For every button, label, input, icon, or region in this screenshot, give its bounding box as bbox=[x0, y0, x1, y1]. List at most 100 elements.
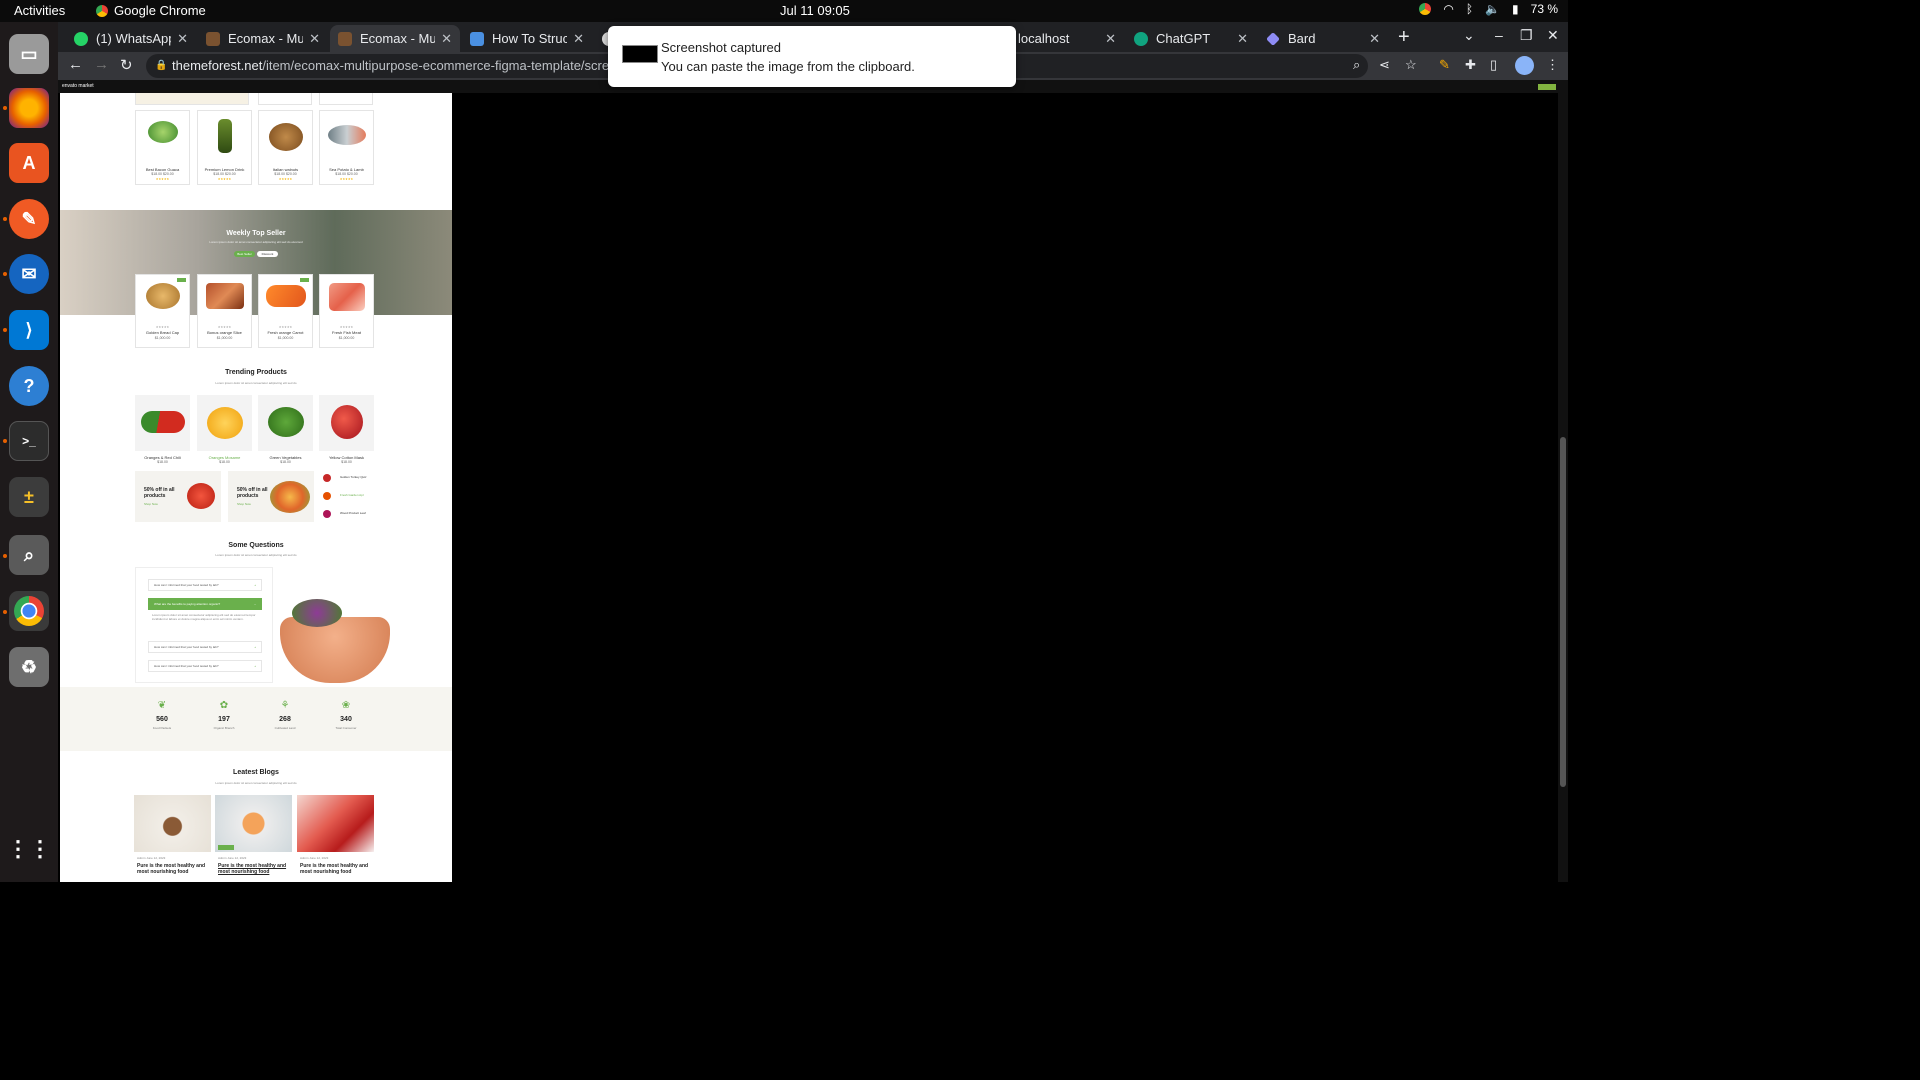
blog-title[interactable]: Pure is the most healthy and most nouris… bbox=[300, 863, 372, 875]
tab-chatgpt[interactable]: ChatGPT ✕ bbox=[1126, 25, 1256, 52]
product-card[interactable]: Italian walnuts $18.00 $20.00 ★★★★★ bbox=[258, 110, 313, 185]
wifi-icon: ◠ bbox=[1443, 2, 1454, 16]
buy-now-button[interactable] bbox=[1538, 84, 1556, 90]
trending-product-image[interactable] bbox=[319, 395, 374, 451]
product-price: $1,000.00 bbox=[216, 336, 233, 340]
trending-subtitle: Lorem ipsum dolor sit amet consectetur a… bbox=[215, 381, 297, 385]
minimize-icon[interactable]: – bbox=[1495, 27, 1503, 43]
maximize-icon[interactable]: ❐ bbox=[1520, 27, 1533, 44]
weekly-product-card[interactable]: ★★★★★ Fresh Fish Meat $1,000.00 bbox=[319, 274, 374, 348]
terminal-icon[interactable]: >_ bbox=[9, 421, 49, 461]
tab-ecomax-2[interactable]: Ecomax - Multi ✕ bbox=[330, 25, 460, 52]
back-icon[interactable]: ← bbox=[68, 56, 83, 73]
side-panel-icon[interactable]: ▯ bbox=[1490, 57, 1497, 73]
promo-banner[interactable]: 50% off in all products Shop Now bbox=[228, 471, 314, 522]
product-name: Fresh orange Carrot bbox=[267, 330, 304, 335]
screenshot-notification[interactable]: Screenshot captured You can paste the im… bbox=[608, 26, 1016, 87]
software-center-icon[interactable]: A bbox=[9, 143, 49, 183]
volume-icon: 🔈 bbox=[1485, 2, 1501, 16]
faq-question[interactable]: How can I informed that your food tested… bbox=[148, 579, 262, 591]
vscode-icon[interactable]: ⟩ bbox=[9, 310, 49, 350]
reload-icon[interactable]: ↻ bbox=[120, 56, 133, 74]
close-tab-icon[interactable]: ✕ bbox=[1369, 31, 1380, 47]
files-icon[interactable]: ▭ bbox=[9, 34, 49, 74]
firefox-icon[interactable] bbox=[9, 88, 49, 128]
dock: ▭ A ✎ ✉ ⟩ ? >_ ± ⌕ ♻ ⋮⋮ bbox=[0, 22, 58, 882]
blog-card[interactable]: Admin June 12, 2023 Pure is the most hea… bbox=[134, 795, 211, 882]
forward-icon[interactable]: → bbox=[94, 56, 109, 73]
system-tray[interactable]: ◠ ᛒ 🔈 ▮ 73 % bbox=[1419, 2, 1558, 16]
trending-product-image[interactable] bbox=[197, 395, 252, 451]
stat-label: Organic Branch bbox=[213, 726, 235, 730]
page-scrollbar[interactable] bbox=[1558, 80, 1568, 882]
blog-image bbox=[215, 795, 292, 852]
close-tab-icon[interactable]: ✕ bbox=[177, 31, 188, 47]
color-picker-extension-icon[interactable]: ✎ bbox=[1439, 57, 1450, 73]
blog-title[interactable]: Pure is the most healthy and most nouris… bbox=[137, 863, 209, 875]
product-rating: ★★★★★ bbox=[278, 177, 293, 181]
tab-how-to-struct[interactable]: How To Struct ✕ bbox=[462, 25, 592, 52]
color-picker-icon[interactable]: ✎ bbox=[9, 199, 49, 239]
side-list-item[interactable]: Fresh Garden Apl bbox=[340, 493, 364, 497]
new-tab-button[interactable]: + bbox=[1398, 26, 1410, 49]
tab-search-icon[interactable]: ⌄ bbox=[1463, 27, 1475, 44]
close-tab-icon[interactable]: ✕ bbox=[1237, 31, 1248, 47]
bookmark-star-icon[interactable]: ☆ bbox=[1405, 57, 1417, 73]
plus-icon: + bbox=[254, 664, 256, 668]
product-price: $18.00 $20.00 bbox=[335, 172, 358, 176]
screenshot-tool-icon[interactable]: ⌕ bbox=[9, 535, 49, 575]
weekly-product-card[interactable]: ★★★★★ Golden Bread Cap $1,000.00 bbox=[135, 274, 190, 348]
app-menu[interactable]: Google Chrome bbox=[96, 3, 206, 18]
close-tab-icon[interactable]: ✕ bbox=[573, 31, 584, 47]
blog-tag bbox=[218, 845, 234, 850]
product-rating: ★★★★★ bbox=[155, 325, 170, 329]
tab-bard[interactable]: Bard ✕ bbox=[1258, 25, 1388, 52]
trending-product-image[interactable] bbox=[135, 395, 190, 451]
best-seller-tab[interactable]: Best Seller bbox=[234, 251, 255, 257]
faq-question[interactable]: How can I informed that your food tested… bbox=[148, 660, 262, 672]
zoom-icon[interactable]: ⌕ bbox=[1353, 57, 1360, 73]
clock[interactable]: Jul 11 09:05 bbox=[780, 3, 850, 18]
plus-icon: + bbox=[254, 583, 256, 587]
show-apps-icon[interactable]: ⋮⋮ bbox=[7, 829, 51, 869]
tab-ecomax-1[interactable]: Ecomax - Multi ✕ bbox=[198, 25, 328, 52]
discount-tab[interactable]: Discount bbox=[257, 251, 278, 257]
blog-title[interactable]: Pure is the most healthy and most nouris… bbox=[218, 863, 290, 875]
trending-product-image[interactable] bbox=[258, 395, 313, 451]
product-card[interactable]: Premium Lemon Drink $18.00 $20.00 ★★★★★ bbox=[197, 110, 252, 185]
close-tab-icon[interactable]: ✕ bbox=[441, 31, 452, 47]
help-icon[interactable]: ? bbox=[9, 366, 49, 406]
chrome-dock-icon[interactable] bbox=[9, 591, 49, 631]
template-preview[interactable]: Best Bacon Guaca $18.00 $20.00 ★★★★★ Pre… bbox=[60, 93, 452, 882]
share-icon[interactable]: ⋖ bbox=[1379, 57, 1390, 73]
tab-whatsapp[interactable]: (1) WhatsApp ✕ bbox=[66, 25, 196, 52]
promo-banner[interactable]: 50% off in all products Shop Now bbox=[135, 471, 221, 522]
close-tab-icon[interactable]: ✕ bbox=[1105, 31, 1116, 47]
weekly-product-card[interactable]: ★★★★★ Fresh orange Carrot $1,000.00 bbox=[258, 274, 313, 348]
product-price: $18.00 bbox=[219, 460, 230, 464]
calculator-icon[interactable]: ± bbox=[9, 477, 49, 517]
weekly-product-card[interactable]: ★★★★★ Bonus orange Slice $1,000.00 bbox=[197, 274, 252, 348]
trash-icon[interactable]: ♻ bbox=[9, 647, 49, 687]
profile-avatar[interactable] bbox=[1515, 56, 1534, 75]
promo-link[interactable]: Shop Now bbox=[144, 502, 158, 506]
thunderbird-icon[interactable]: ✉ bbox=[9, 254, 49, 294]
close-window-icon[interactable]: ✕ bbox=[1547, 27, 1559, 44]
blog-card[interactable]: Admin June 12, 2023 Pure is the most hea… bbox=[215, 795, 292, 882]
promo-link[interactable]: Shop Now bbox=[237, 502, 251, 506]
product-price: $18.00 bbox=[157, 460, 168, 464]
side-list-item[interactable]: Wood Product Leaf bbox=[340, 511, 366, 515]
tab-localhost[interactable]: localhost ✕ bbox=[1010, 25, 1124, 52]
close-tab-icon[interactable]: ✕ bbox=[309, 31, 320, 47]
blog-card[interactable]: Admin June 12, 2023 Pure is the most hea… bbox=[297, 795, 374, 882]
extensions-icon[interactable]: ✚ bbox=[1465, 57, 1476, 73]
faq-question-open[interactable]: What are the benefits to paying attentio… bbox=[148, 598, 262, 610]
product-card[interactable]: Best Bacon Guaca $18.00 $20.00 ★★★★★ bbox=[135, 110, 190, 185]
faq-question[interactable]: How can I informed that your food tested… bbox=[148, 641, 262, 653]
side-list-item[interactable]: Golden Turkey Quiz bbox=[340, 475, 367, 479]
menu-icon[interactable]: ⋮ bbox=[1546, 57, 1559, 73]
scrollbar-thumb[interactable] bbox=[1560, 437, 1566, 787]
stat-label: Total Consumer bbox=[335, 726, 357, 730]
product-card[interactable]: Sea Potato & Lamb $18.00 $20.00 ★★★★★ bbox=[319, 110, 374, 185]
activities-button[interactable]: Activities bbox=[14, 3, 65, 18]
